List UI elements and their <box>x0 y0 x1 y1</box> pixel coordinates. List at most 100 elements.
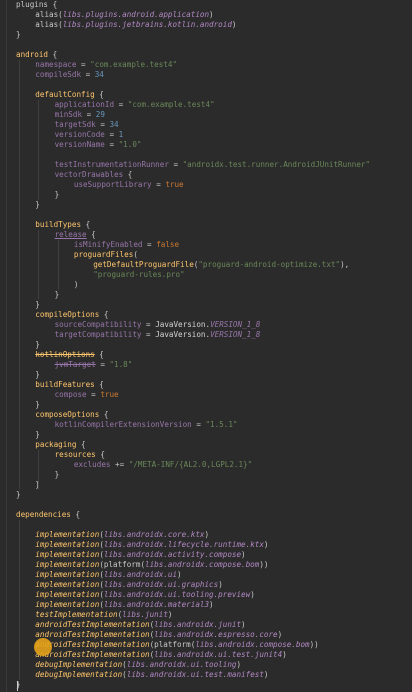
code-token: implementation <box>35 590 100 599</box>
code-line[interactable]: kotlinOptions { <box>35 350 104 360</box>
code-token: compose <box>54 390 87 399</box>
code-line[interactable]: sourceCompatibility = JavaVersion.VERSIO… <box>55 320 261 330</box>
code-token: "proguard-android-optimize.txt" <box>198 260 341 269</box>
code-line[interactable]: } <box>55 470 60 480</box>
code-token: resources <box>54 450 96 459</box>
code-line[interactable]: compileOptions { <box>35 310 108 320</box>
code-token: ) <box>282 650 287 659</box>
code-line[interactable]: alias(libs.plugins.android.application) <box>35 10 213 20</box>
code-token: alias( <box>35 10 63 19</box>
code-line[interactable]: implementation(libs.androidx.ui) <box>35 570 181 580</box>
code-token: = <box>81 70 95 79</box>
code-token: "/META-INF/{AL2.0,LGPL2.1}" <box>128 460 253 469</box>
code-line[interactable]: androidTestImplementation(libs.androidx.… <box>35 630 282 640</box>
code-line[interactable]: release { <box>55 230 96 240</box>
code-line[interactable]: androidTestImplementation(libs.androidx.… <box>35 650 286 660</box>
code-token: 1 <box>118 130 124 139</box>
code-token: ) <box>250 590 255 599</box>
code-line[interactable]: } <box>55 190 60 200</box>
code-line[interactable]: } <box>35 400 40 410</box>
code-token: = <box>95 360 110 369</box>
code-token: androidTestImplementation <box>35 630 150 639</box>
code-line[interactable]: getDefaultProguardFile("proguard-android… <box>93 260 349 270</box>
code-line[interactable]: alias(libs.plugins.jetbrains.kotlin.andr… <box>35 20 236 30</box>
code-token: JavaVersion. <box>155 330 211 339</box>
code-token: implementation <box>35 550 100 559</box>
code-token: sourceCompatibility <box>54 320 142 329</box>
code-line[interactable]: versionName = "1.0" <box>55 140 142 150</box>
code-token: { <box>81 220 91 229</box>
code-token: = <box>191 420 206 429</box>
code-token: libs.androidx.ui.tooling <box>126 660 237 669</box>
code-line[interactable]: debugImplementation(libs.androidx.ui.tes… <box>35 670 268 680</box>
code-token: vectorDrawables <box>54 170 124 179</box>
code-line[interactable]: resources { <box>55 450 105 460</box>
code-token: buildTypes <box>35 220 82 229</box>
code-editor[interactable]: plugins {alias(libs.plugins.android.appl… <box>0 0 412 692</box>
code-token: libs.androidx.material3 <box>103 600 210 609</box>
code-line[interactable]: composeOptions { <box>35 410 108 420</box>
code-line[interactable]: debugImplementation(libs.androidx.ui.too… <box>35 660 241 670</box>
code-token: "com.example.test4" <box>127 100 215 109</box>
code-line[interactable]: applicationId = "com.example.test4" <box>55 100 215 110</box>
code-line[interactable]: implementation(libs.androidx.core.ktx) <box>35 530 209 540</box>
code-line[interactable]: } <box>35 430 40 440</box>
code-line[interactable]: android { <box>16 50 57 60</box>
code-token: kotlinCompilerExtensionVersion <box>54 420 192 429</box>
code-line[interactable]: jvmTarget = "1.8" <box>55 360 133 370</box>
code-line[interactable]: implementation(libs.androidx.material3) <box>35 600 213 610</box>
code-line[interactable]: plugins { <box>16 0 57 10</box>
code-token: androidTestImplementation <box>35 620 150 629</box>
code-line[interactable]: useSupportLibrary = true <box>74 180 184 190</box>
code-line[interactable]: implementation(libs.androidx.ui.graphics… <box>35 580 222 590</box>
code-token: false <box>156 240 180 249</box>
code-line[interactable]: implementation(libs.androidx.lifecycle.r… <box>35 540 268 550</box>
code-line[interactable]: implementation(platform(libs.androidx.co… <box>35 560 268 570</box>
gutter-divider <box>6 0 7 692</box>
code-token: { <box>94 380 104 389</box>
code-line[interactable]: compose = true <box>55 390 119 400</box>
code-token: android <box>16 50 49 59</box>
code-token: ) <box>204 530 210 539</box>
code-line[interactable]: proguardFiles( <box>74 250 138 260</box>
indent-guide <box>38 450 40 490</box>
code-line[interactable]: androidTestImplementation(platform(libs.… <box>35 640 318 650</box>
code-token: } <box>35 200 40 209</box>
code-line[interactable]: ) <box>74 280 79 290</box>
code-line[interactable]: "proguard-rules.pro" <box>93 270 184 280</box>
code-token: debugImplementation <box>35 670 123 679</box>
code-line[interactable]: compileSdk = 34 <box>35 70 104 80</box>
code-line[interactable]: } <box>16 30 21 40</box>
code-token: = <box>114 100 128 109</box>
code-token: { <box>94 90 104 99</box>
code-line[interactable]: versionCode = 1 <box>55 130 124 140</box>
code-token: } <box>35 400 40 409</box>
code-line[interactable]: defaultConfig { <box>35 90 104 100</box>
code-line[interactable]: androidTestImplementation(libs.androidx.… <box>35 620 245 630</box>
code-line[interactable]: implementation(libs.androidx.activity.co… <box>35 550 245 560</box>
code-line[interactable]: excludes += "/META-INF/{AL2.0,LGPL2.1}" <box>74 460 252 470</box>
code-line[interactable]: } <box>55 290 60 300</box>
code-token: } <box>35 340 40 349</box>
code-line[interactable]: } <box>35 340 40 350</box>
code-line[interactable]: buildTypes { <box>35 220 90 230</box>
code-line[interactable]: testImplementation(libs.junit) <box>35 610 172 620</box>
code-token: libs.androidx.ui.graphics <box>103 580 219 589</box>
code-line[interactable]: } <box>35 300 40 310</box>
code-line[interactable]: namespace = "com.example.test4" <box>35 60 177 70</box>
code-line[interactable]: packaging { <box>35 440 85 450</box>
code-line[interactable]: targetCompatibility = JavaVersion.VERSIO… <box>55 330 261 340</box>
code-line[interactable]: vectorDrawables { <box>55 170 133 180</box>
code-line[interactable]: buildFeatures { <box>35 380 104 390</box>
code-line[interactable]: testInstrumentationRunner = "androidx.te… <box>55 160 370 170</box>
code-token: 34 <box>94 70 104 79</box>
code-line[interactable]: targetSdk = 34 <box>55 120 119 130</box>
code-line[interactable]: minSdk = 29 <box>55 110 105 120</box>
code-line[interactable]: } <box>35 200 40 210</box>
code-line[interactable]: } <box>16 490 21 500</box>
code-line[interactable]: } <box>35 370 40 380</box>
code-line[interactable]: kotlinCompilerExtensionVersion = "1.5.1" <box>55 420 238 430</box>
code-line[interactable]: isMinifyEnabled = false <box>74 240 179 250</box>
code-line[interactable]: implementation(libs.androidx.ui.tooling.… <box>35 590 254 600</box>
code-line[interactable]: dependencies { <box>16 510 80 520</box>
